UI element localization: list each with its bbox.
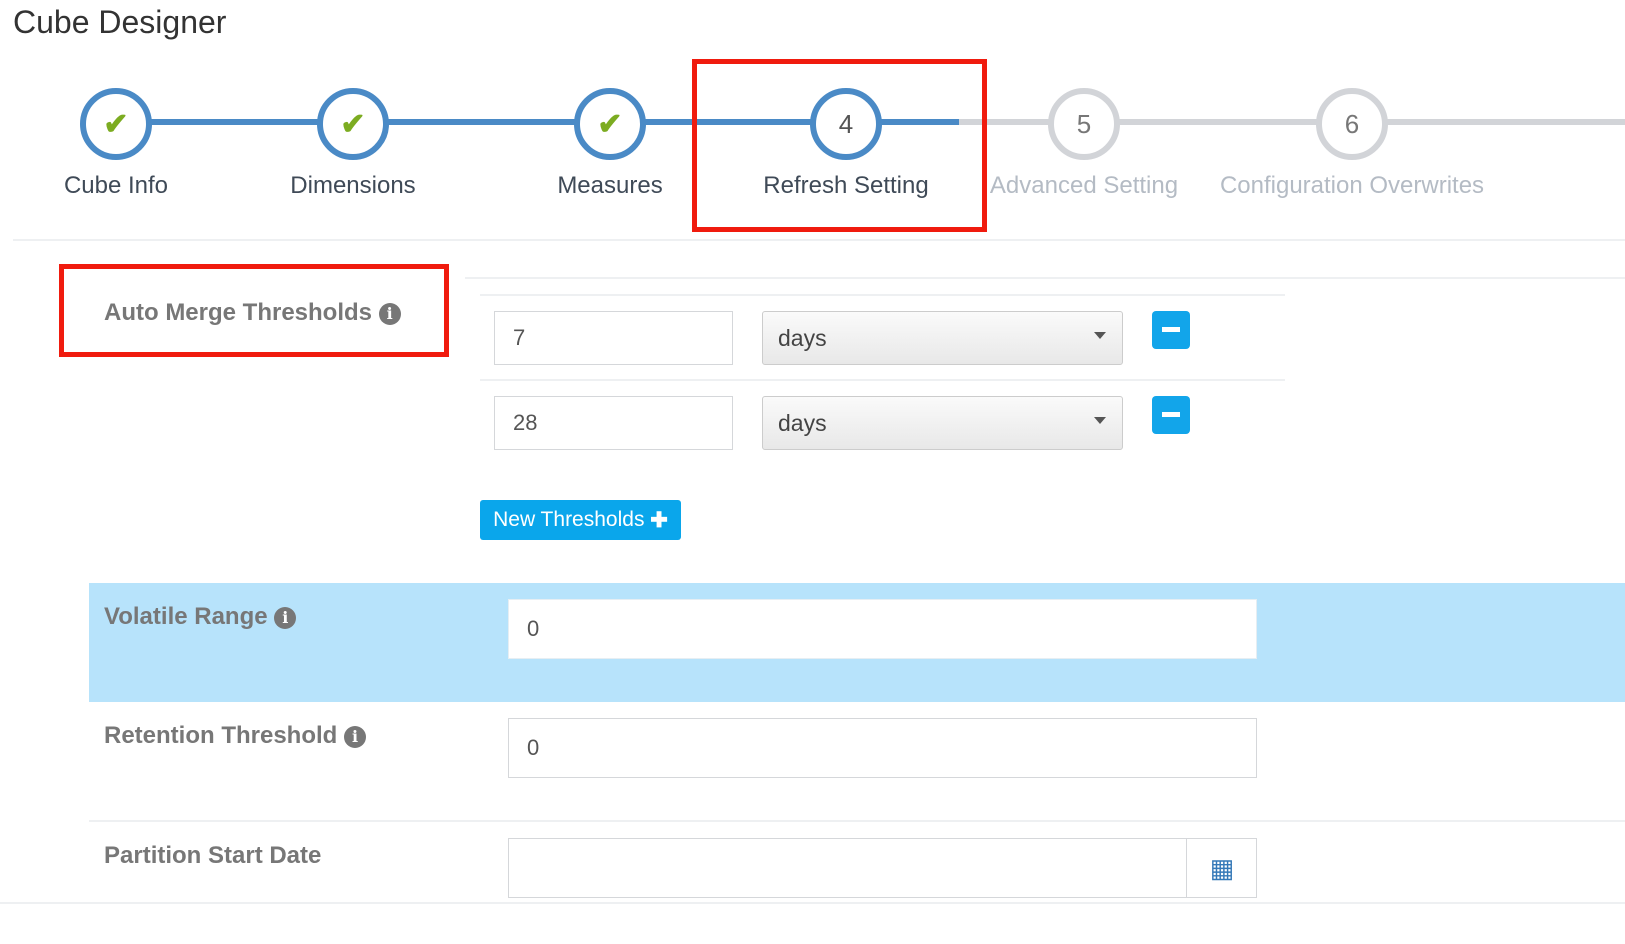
button-label: New Thresholds — [493, 508, 645, 531]
step-configuration-overwrites[interactable]: 6 Configuration Overwrites — [1202, 88, 1502, 200]
check-icon: ✔ — [597, 107, 623, 141]
threshold-unit-select[interactable]: days — [762, 311, 1123, 365]
divider — [480, 379, 1285, 381]
step-dimensions[interactable]: ✔ Dimensions — [203, 88, 503, 200]
step-label: Dimensions — [290, 172, 416, 199]
threshold-unit-select[interactable]: days — [762, 396, 1123, 450]
partition-start-date-input[interactable] — [508, 838, 1257, 898]
threshold-value-input[interactable]: 7 — [494, 311, 733, 365]
caret-down-icon — [1094, 332, 1106, 339]
select-value: days — [778, 324, 827, 351]
volatile-range-label: Volatile Range i — [104, 603, 297, 631]
divider — [480, 294, 1285, 296]
volatile-range-input[interactable]: 0 — [508, 599, 1257, 659]
select-value: days — [778, 409, 827, 436]
step-number: 6 — [1316, 88, 1388, 160]
calendar-icon[interactable]: ▦ — [1186, 838, 1257, 898]
remove-threshold-button[interactable] — [1152, 396, 1190, 434]
plus-icon: ✚ — [650, 508, 668, 532]
retention-threshold-input[interactable]: 0 — [508, 718, 1257, 778]
check-icon: ✔ — [340, 107, 366, 141]
highlight-box-step — [692, 59, 987, 232]
divider — [465, 277, 1625, 279]
check-icon: ✔ — [103, 107, 129, 141]
remove-threshold-button[interactable] — [1152, 311, 1190, 349]
divider — [89, 820, 1625, 822]
threshold-value-input[interactable]: 28 — [494, 396, 733, 450]
info-icon[interactable]: i — [344, 726, 367, 748]
partition-start-date-label: Partition Start Date — [104, 842, 322, 869]
divider — [13, 239, 1625, 241]
retention-threshold-label: Retention Threshold i — [104, 722, 367, 750]
highlight-box-label — [59, 264, 449, 357]
step-number: 5 — [1048, 88, 1120, 160]
divider — [0, 902, 1625, 904]
caret-down-icon — [1094, 417, 1106, 424]
info-icon[interactable]: i — [274, 607, 297, 629]
step-label: Configuration Overwrites — [1219, 172, 1485, 199]
new-thresholds-button[interactable]: New Thresholds ✚ — [480, 500, 681, 540]
